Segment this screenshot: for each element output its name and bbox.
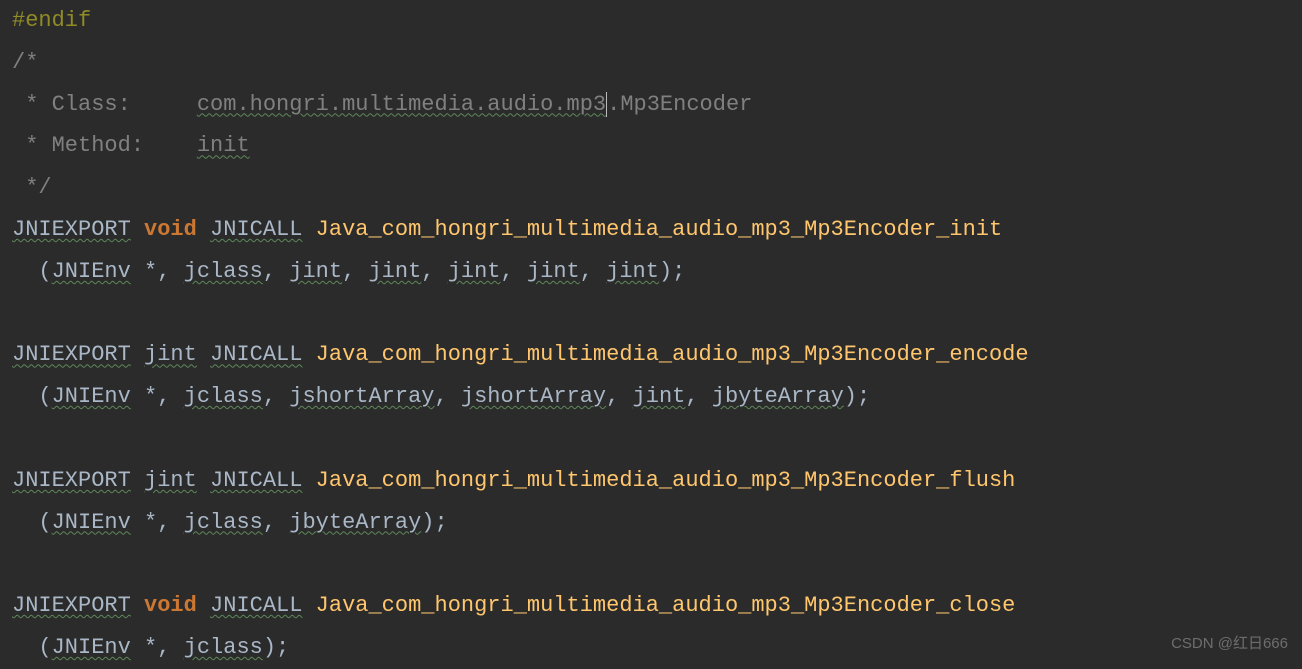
kw-void: void [144,217,197,242]
comment-class-suffix: .Mp3Encoder [607,92,752,117]
fn-close: Java_com_hongri_multimedia_audio_mp3_Mp3… [316,593,1016,618]
fn-init: Java_com_hongri_multimedia_audio_mp3_Mp3… [316,217,1003,242]
kw-jniexport: JNIEXPORT [12,217,131,242]
kw-void: void [144,593,197,618]
kw-jnicall: JNICALL [210,342,302,367]
watermark: CSDN @红日666 [1171,630,1288,659]
preproc-line: #endif [12,8,91,33]
comment-close: */ [12,175,52,200]
ret-jint: jint [144,468,197,493]
sig-encode: (JNIEnv *, jclass, jshortArray, jshortAr… [12,384,870,409]
comment-method-label: * Method: [12,133,197,158]
fn-encode: Java_com_hongri_multimedia_audio_mp3_Mp3… [316,342,1029,367]
sig-close: (JNIEnv *, jclass); [12,635,289,660]
ret-jint: jint [144,342,197,367]
kw-jnicall: JNICALL [210,593,302,618]
kw-jniexport: JNIEXPORT [12,468,131,493]
comment-class-label: * Class: [12,92,197,117]
kw-jniexport: JNIEXPORT [12,342,131,367]
comment-open: /* [12,50,38,75]
code-editor[interactable]: #endif /* * Class: com.hongri.multimedia… [0,0,1302,669]
fn-flush: Java_com_hongri_multimedia_audio_mp3_Mp3… [316,468,1016,493]
comment-class-value: com.hongri.multimedia.audio.mp3 [197,92,606,117]
kw-jnicall: JNICALL [210,217,302,242]
kw-jniexport: JNIEXPORT [12,593,131,618]
sig-init: (JNIEnv *, jclass, jint, jint, jint, jin… [12,259,685,284]
sig-flush: (JNIEnv *, jclass, jbyteArray); [12,510,448,535]
comment-method-value: init [197,133,250,158]
kw-jnicall: JNICALL [210,468,302,493]
